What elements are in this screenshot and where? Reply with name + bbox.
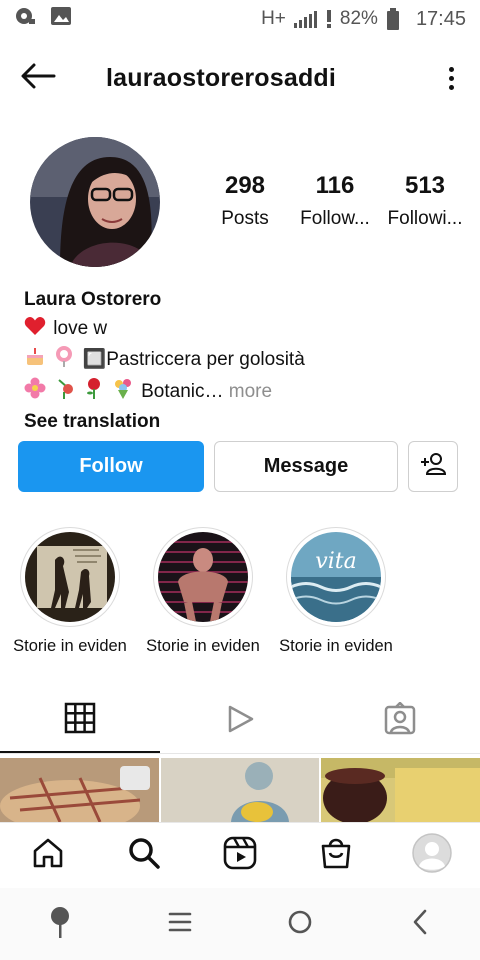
bio-line-3: Botanic… more bbox=[24, 377, 464, 409]
see-translation-link[interactable]: See translation bbox=[24, 408, 464, 437]
stat-label: Follow... bbox=[300, 208, 370, 229]
message-button[interactable]: Message bbox=[214, 441, 398, 492]
stat-posts: 298 Posts bbox=[200, 172, 290, 230]
battery-icon bbox=[386, 8, 400, 30]
alert-icon bbox=[326, 10, 332, 28]
highlight-label: Storie in eviden bbox=[146, 637, 260, 655]
tab-reels[interactable] bbox=[160, 690, 320, 753]
nav-profile[interactable] bbox=[384, 833, 480, 878]
tab-posts-grid[interactable] bbox=[0, 690, 160, 753]
recent-apps-button[interactable] bbox=[120, 911, 240, 938]
highlight-thumbnail: vita bbox=[291, 532, 381, 622]
highlight-item[interactable]: Storie in eviden bbox=[138, 527, 268, 656]
nav-shop[interactable] bbox=[288, 836, 384, 875]
bouquet-icon bbox=[112, 377, 134, 409]
bio-line-2: 🔲Pastriccera per golosità bbox=[24, 345, 464, 377]
shopping-bag-icon bbox=[319, 836, 353, 875]
post-thumbnail[interactable] bbox=[321, 758, 480, 822]
home-icon bbox=[31, 836, 65, 875]
post-grid bbox=[0, 758, 480, 822]
bio-line-1: love w bbox=[24, 315, 464, 346]
nav-home[interactable] bbox=[0, 836, 96, 875]
profile-name: Laura Ostorero bbox=[24, 289, 162, 310]
highlight-item[interactable]: Storie in eviden bbox=[5, 527, 135, 656]
battery-percent: 82% bbox=[339, 8, 378, 29]
gallery-icon bbox=[50, 6, 72, 32]
bottom-navigation bbox=[0, 822, 480, 888]
status-bar: H+ 82% 17:45 bbox=[0, 0, 480, 38]
profile-avatar[interactable] bbox=[30, 137, 160, 267]
highlight-thumbnail bbox=[25, 532, 115, 622]
rose-icon bbox=[83, 377, 105, 409]
search-icon bbox=[127, 836, 161, 875]
profile-actions: Follow Message bbox=[18, 441, 460, 492]
stat-followers[interactable]: 116 Follow... bbox=[290, 172, 380, 230]
bio-text: love w bbox=[53, 317, 108, 339]
more-options-icon[interactable] bbox=[443, 61, 460, 96]
post-thumbnail[interactable] bbox=[160, 758, 320, 822]
system-navigation-bar bbox=[0, 888, 480, 960]
stat-label: Followi... bbox=[387, 208, 463, 229]
grid-icon bbox=[64, 702, 96, 739]
highlight-label: Storie in eviden bbox=[13, 637, 127, 655]
stat-following[interactable]: 513 Followi... bbox=[380, 172, 470, 230]
network-type: H+ bbox=[261, 8, 286, 29]
cast-icon bbox=[14, 6, 36, 32]
more-link[interactable]: more bbox=[229, 381, 272, 402]
menu-lines-icon bbox=[167, 911, 193, 938]
flower-icon bbox=[24, 377, 46, 409]
profile-header: lauraostorerosaddi bbox=[0, 50, 480, 106]
profile-tabs bbox=[0, 690, 480, 754]
back-arrow-icon[interactable] bbox=[20, 62, 56, 95]
chevron-left-icon bbox=[410, 908, 430, 941]
highlight-item[interactable]: vita Storie in eviden bbox=[271, 527, 401, 656]
play-icon bbox=[224, 703, 256, 740]
nav-reels[interactable] bbox=[192, 835, 288, 876]
username-title: lauraostorerosaddi bbox=[106, 63, 337, 92]
reels-icon bbox=[222, 835, 258, 876]
add-person-icon bbox=[419, 452, 447, 482]
highlight-label: Storie in eviden bbox=[279, 637, 393, 655]
bio-text: 🔲Pastriccera per golosità bbox=[82, 349, 305, 370]
signal-icon bbox=[293, 10, 318, 28]
tab-tagged[interactable] bbox=[320, 690, 480, 753]
profile-bio: Laura Ostorero love w 🔲Pastriccera per g… bbox=[24, 286, 464, 437]
bio-text: Botanic… bbox=[141, 380, 224, 402]
circle-home-icon bbox=[286, 908, 314, 941]
profile-avatar-icon bbox=[412, 833, 452, 878]
pin-icon bbox=[50, 906, 70, 943]
heart-icon bbox=[24, 316, 46, 346]
tagged-person-icon bbox=[383, 701, 417, 741]
clock: 17:45 bbox=[415, 7, 466, 30]
stat-label: Posts bbox=[221, 208, 269, 229]
stat-value: 513 bbox=[404, 172, 446, 199]
stat-value: 116 bbox=[315, 172, 355, 199]
lollipop-icon bbox=[53, 345, 75, 377]
back-button[interactable] bbox=[360, 908, 480, 941]
nav-search[interactable] bbox=[96, 836, 192, 875]
assistant-button[interactable] bbox=[0, 906, 120, 943]
story-highlights: Storie in eviden Storie in eviden vita S… bbox=[0, 527, 480, 667]
suggested-accounts-button[interactable] bbox=[408, 441, 458, 492]
highlight-thumbnail bbox=[158, 532, 248, 622]
highlight-overlay-text: vita bbox=[315, 549, 356, 574]
cake-icon bbox=[24, 345, 46, 377]
wilted-flower-icon bbox=[53, 377, 75, 409]
home-button[interactable] bbox=[240, 908, 360, 941]
stat-value: 298 bbox=[224, 172, 266, 199]
post-thumbnail[interactable] bbox=[0, 758, 159, 822]
profile-stats: 298 Posts 116 Follow... 513 Followi... bbox=[200, 172, 470, 230]
follow-button[interactable]: Follow bbox=[18, 441, 204, 492]
